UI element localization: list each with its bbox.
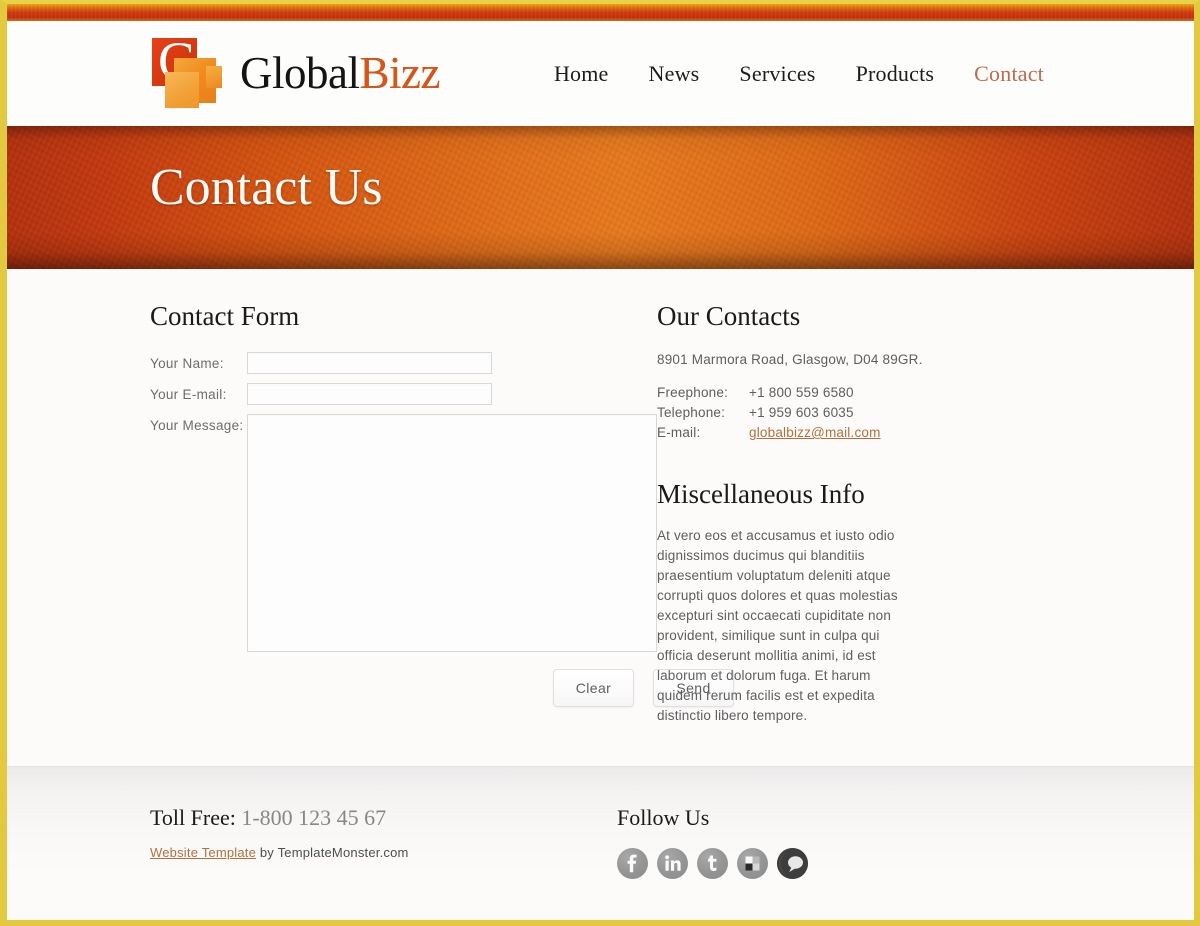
your-message-textarea[interactable] — [247, 414, 657, 652]
linkedin-icon[interactable] — [657, 848, 688, 879]
table-row: E-mail: globalbizz@mail.com — [657, 425, 881, 445]
label-your-name: Your Name: — [150, 356, 224, 371]
nav-item-news[interactable]: News — [629, 61, 720, 87]
our-contacts-heading: Our Contacts — [657, 301, 801, 331]
form-row-message: Your Message: — [150, 414, 657, 652]
website-template-link[interactable]: Website Template — [150, 845, 256, 860]
logo-wordmark: GlobalBizz — [240, 51, 440, 96]
clear-button[interactable]: Clear — [553, 669, 634, 707]
table-row: Telephone: +1 959 603 6035 — [657, 405, 881, 425]
email-label: E-mail: — [657, 425, 701, 440]
toll-free-number: 1-800 123 45 67 — [241, 805, 387, 830]
follow-us-heading: Follow Us — [617, 805, 710, 830]
toll-free-line: Toll Free: 1-800 123 45 67 — [150, 805, 617, 831]
twitter-icon[interactable] — [697, 848, 728, 879]
nav-item-products[interactable]: Products — [836, 61, 955, 87]
top-gradient-bar — [7, 4, 1194, 21]
form-row-name: Your Name: — [150, 352, 657, 374]
contact-form-column: Contact Form Your Name: Your E-mail: You… — [7, 301, 734, 766]
social-links — [617, 848, 808, 879]
email-value-cell: globalbizz@mail.com — [749, 425, 881, 445]
nav-item-services[interactable]: Services — [719, 61, 835, 87]
footer-left: Toll Free: 1-800 123 45 67 Website Templ… — [7, 805, 617, 920]
logo-mark-icon: G — [150, 34, 226, 110]
logo-word-global: Global — [240, 48, 360, 98]
contacts-table: Freephone: +1 800 559 6580 Telephone: +1… — [657, 385, 881, 445]
main-navigation: Home News Services Products Contact — [534, 61, 1064, 87]
logo-square-front — [165, 71, 199, 108]
telephone-label: Telephone: — [657, 405, 726, 420]
main-content: Contact Form Your Name: Your E-mail: You… — [7, 269, 1194, 766]
contacts-address: 8901 Marmora Road, Glasgow, D04 89GR. — [657, 352, 923, 367]
contacts-column: Our Contacts 8901 Marmora Road, Glasgow,… — [657, 301, 1057, 766]
label-your-email: Your E-mail: — [150, 387, 227, 402]
credits-rest: by TemplateMonster.com — [256, 845, 409, 860]
misc-info-text: At vero eos et accusamus et iusto odio d… — [657, 528, 898, 723]
email-link[interactable]: globalbizz@mail.com — [749, 425, 881, 440]
contact-form-heading: Contact Form — [150, 301, 300, 331]
freephone-label: Freephone: — [657, 385, 729, 400]
site-footer: Toll Free: 1-800 123 45 67 Website Templ… — [7, 766, 1194, 920]
label-your-message: Your Message: — [150, 418, 244, 433]
logo-square-small — [206, 65, 222, 88]
site-logo[interactable]: G GlobalBizz — [150, 34, 440, 110]
facebook-icon[interactable] — [617, 848, 648, 879]
flickr-icon[interactable] — [737, 848, 768, 879]
form-buttons: Clear Send — [150, 669, 734, 707]
form-row-email: Your E-mail: — [150, 383, 657, 405]
page-banner: Contact Us — [7, 126, 1194, 269]
freephone-value: +1 800 559 6580 — [749, 385, 854, 400]
page-frame: G GlobalBizz Home News Services Products… — [0, 0, 1200, 926]
nav-item-contact[interactable]: Contact — [954, 61, 1064, 87]
telephone-value: +1 959 603 6035 — [749, 405, 854, 420]
site-header: G GlobalBizz Home News Services Products… — [7, 21, 1194, 126]
footer-credits: Website Template by TemplateMonster.com — [150, 845, 617, 860]
footer-right: Follow Us — [617, 805, 808, 920]
nav-item-home[interactable]: Home — [534, 61, 629, 87]
toll-free-label: Toll Free: — [150, 805, 236, 830]
your-name-input[interactable] — [247, 352, 492, 374]
page-title: Contact Us — [150, 159, 383, 216]
logo-word-bizz: Bizz — [359, 48, 440, 98]
your-email-input[interactable] — [247, 383, 492, 405]
chat-icon[interactable] — [777, 848, 808, 879]
misc-info-heading: Miscellaneous Info — [657, 479, 865, 509]
table-row: Freephone: +1 800 559 6580 — [657, 385, 881, 405]
